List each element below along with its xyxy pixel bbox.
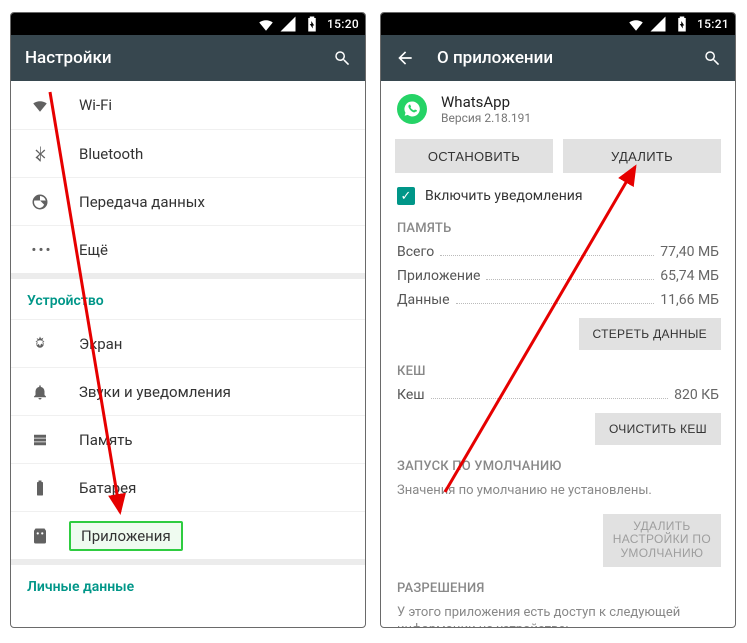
launch-header: ЗАПУСК ПО УМОЛЧАНИЮ: [381, 453, 735, 478]
row-label: Wi-Fi: [79, 96, 112, 114]
dots-fill: [456, 303, 655, 304]
dots-fill: [431, 398, 669, 399]
row-display[interactable]: Экран: [11, 319, 365, 367]
kv-value: 820 КБ: [674, 387, 719, 403]
app-name: WhatsApp: [441, 93, 531, 111]
app-bar: Настройки: [11, 35, 365, 81]
memory-data: Данные 11,66 МБ: [381, 288, 735, 312]
kv-key: Данные: [397, 292, 450, 308]
row-more[interactable]: ••• Ещё: [11, 225, 365, 273]
whatsapp-icon: [397, 94, 427, 124]
clear-cache-wrap: ОЧИСТИТЬ КЕШ: [381, 407, 735, 453]
bluetooth-icon: [31, 145, 53, 163]
row-label: Экран: [79, 335, 122, 353]
section-header-personal: Личные данные: [11, 565, 365, 605]
device-section: Устройство Экран Звуки и уведомления Пам…: [11, 279, 365, 565]
cache-row: Кеш 820 КБ: [381, 383, 735, 407]
kv-value: 77,40 МБ: [660, 244, 719, 260]
status-time: 15:20: [327, 17, 359, 31]
storage-icon: [31, 431, 53, 449]
display-icon: [31, 335, 53, 353]
row-label: Приложения: [81, 527, 171, 545]
app-version: Версия 2.18.191: [441, 111, 531, 125]
btn-line: НАСТРОЙКИ ПО: [613, 533, 711, 547]
kv-key: Всего: [397, 244, 434, 260]
row-label: Звуки и уведомления: [79, 383, 231, 401]
reset-defaults-button: УДАЛИТЬ НАСТРОЙКИ ПО УМОЛЧАНИЮ: [603, 514, 721, 567]
dots-fill: [486, 279, 654, 280]
memory-app: Приложение 65,74 МБ: [381, 264, 735, 288]
signal-icon: [649, 15, 667, 33]
search-icon[interactable]: [333, 49, 351, 67]
wifi-status-icon: [627, 15, 645, 33]
battery-icon: [303, 15, 321, 33]
data-usage-icon: [31, 193, 53, 211]
row-storage[interactable]: Память: [11, 415, 365, 463]
row-label: Bluetooth: [79, 145, 143, 163]
permissions-header: РАЗРЕШЕНИЯ: [381, 575, 735, 600]
row-label: Память: [79, 431, 133, 449]
kv-value: 65,74 МБ: [660, 268, 719, 284]
row-apps[interactable]: Приложения: [11, 511, 365, 559]
status-time: 15:21: [697, 17, 729, 31]
kv-key: Приложение: [397, 268, 480, 284]
battery-icon: [673, 15, 691, 33]
notifications-label: Включить уведомления: [425, 188, 583, 204]
signal-icon: [279, 15, 297, 33]
app-title-block: WhatsApp Версия 2.18.191: [441, 93, 531, 125]
btn-line: УМОЛЧАНИЮ: [620, 547, 703, 561]
row-data[interactable]: Передача данных: [11, 177, 365, 225]
wifi-status-icon: [257, 15, 275, 33]
status-bar: 15:20: [11, 13, 365, 35]
kv-value: 11,66 МБ: [660, 292, 719, 308]
row-label: Батарея: [79, 479, 136, 497]
more-icon: •••: [31, 241, 53, 259]
clear-cache-button[interactable]: ОЧИСТИТЬ КЕШ: [595, 413, 721, 445]
memory-header: ПАМЯТЬ: [381, 215, 735, 240]
row-label: Ещё: [79, 241, 108, 259]
battery-row-icon: [31, 479, 53, 497]
row-label-highlight: Приложения: [69, 521, 183, 551]
dots-fill: [440, 255, 654, 256]
bell-icon: [31, 383, 53, 401]
status-bar: 15:21: [381, 13, 735, 35]
search-icon[interactable]: [703, 49, 721, 67]
launch-note: Значения по умолчанию не установлены.: [381, 478, 735, 508]
page-title: Настройки: [25, 48, 311, 68]
app-header: WhatsApp Версия 2.18.191: [381, 81, 735, 135]
wireless-section: Wi-Fi Bluetooth Передача данных ••• Ещё: [11, 81, 365, 279]
permissions-note: У этого приложения есть доступ к следующ…: [381, 600, 735, 628]
delete-button[interactable]: УДАЛИТЬ: [563, 139, 721, 173]
reset-defaults-wrap: УДАЛИТЬ НАСТРОЙКИ ПО УМОЛЧАНИЮ: [381, 508, 735, 575]
memory-total: Всего 77,40 МБ: [381, 240, 735, 264]
stop-button[interactable]: ОСТАНОВИТЬ: [395, 139, 553, 173]
notifications-toggle[interactable]: ✓ Включить уведомления: [381, 183, 735, 215]
section-header-device: Устройство: [11, 279, 365, 319]
row-wifi[interactable]: Wi-Fi: [11, 81, 365, 129]
row-battery[interactable]: Батарея: [11, 463, 365, 511]
erase-data-wrap: СТЕРЕТЬ ДАННЫЕ: [381, 312, 735, 358]
kv-key: Кеш: [397, 387, 425, 403]
back-icon[interactable]: [395, 48, 415, 68]
app-info-screen: 15:21 О приложении WhatsApp Версия 2.18.…: [380, 12, 736, 628]
apps-icon: [31, 527, 53, 545]
page-title: О приложении: [437, 48, 681, 68]
erase-data-button[interactable]: СТЕРЕТЬ ДАННЫЕ: [579, 318, 721, 350]
settings-screen: 15:20 Настройки Wi-Fi Bluetooth Передача…: [10, 12, 366, 628]
personal-section: Личные данные: [11, 565, 365, 605]
app-bar: О приложении: [381, 35, 735, 81]
wifi-icon: [31, 96, 53, 114]
row-bluetooth[interactable]: Bluetooth: [11, 129, 365, 177]
row-sound[interactable]: Звуки и уведомления: [11, 367, 365, 415]
cache-header: КЕШ: [381, 358, 735, 383]
action-buttons: ОСТАНОВИТЬ УДАЛИТЬ: [381, 135, 735, 183]
checkbox-icon: ✓: [397, 187, 415, 205]
row-label: Передача данных: [79, 193, 205, 211]
